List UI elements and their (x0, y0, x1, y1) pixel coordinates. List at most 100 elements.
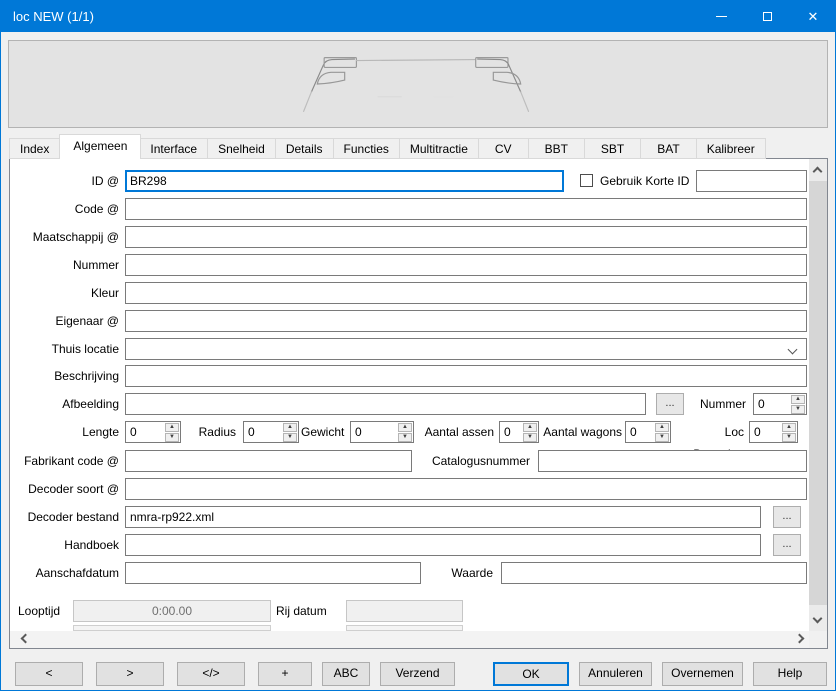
tab-details[interactable]: Details (276, 138, 334, 159)
maatschappij-label: Maatschappij @ (10, 226, 119, 248)
spin-down-icon[interactable]: ▼ (655, 433, 669, 442)
nummer-input[interactable] (125, 254, 807, 276)
spin-down-icon[interactable]: ▼ (165, 433, 179, 442)
handboek-browse-button[interactable]: ... (773, 534, 801, 556)
rij-datum-label: Rij datum (276, 600, 338, 622)
scroll-down-icon[interactable] (813, 614, 823, 624)
prev-loc-button[interactable]: < (15, 662, 83, 686)
overnemen-button[interactable]: Overnemen (662, 662, 743, 686)
spin-down-icon[interactable]: ▼ (283, 433, 297, 442)
afbeelding-input[interactable] (125, 393, 646, 415)
thuis-locatie-row: Thuis locatie (10, 338, 827, 360)
spinner-value: 0 (351, 422, 397, 442)
looptijd-input (73, 600, 271, 622)
ok-button[interactable]: OK (493, 662, 569, 686)
dimensions-row: Lengte 0 ▲▼ Radius 0 ▲▼ Gewicht 0 ▲▼ Aan… (10, 421, 827, 443)
catalogusnummer-label: Catalogusnummer @ (418, 450, 530, 472)
korte-id-input[interactable] (696, 170, 807, 192)
spin-up-icon[interactable]: ▲ (791, 395, 805, 404)
beschrijving-row: Beschrijving (10, 365, 827, 387)
tab-cv[interactable]: CV (479, 138, 529, 159)
decoder-soort-input[interactable] (125, 478, 807, 500)
gewicht-spinner[interactable]: 0 ▲▼ (350, 421, 414, 443)
korte-id-checkbox[interactable] (580, 174, 593, 187)
minimize-button[interactable] (698, 0, 744, 32)
tab-bat[interactable]: BAT (641, 138, 696, 159)
rij-datum-input (346, 600, 463, 622)
thuis-locatie-combobox[interactable] (125, 338, 807, 360)
decoder-bestand-browse-button[interactable]: ... (773, 506, 801, 528)
kleur-input[interactable] (125, 282, 807, 304)
aantal-wagons-label: Aantal wagons (542, 421, 622, 443)
spin-up-icon[interactable]: ▲ (655, 423, 669, 432)
lengte-spinner[interactable]: 0 ▲▼ (125, 421, 181, 443)
catalogusnummer-input[interactable] (538, 450, 807, 472)
horizontal-scrollbar[interactable] (10, 631, 811, 648)
id-input[interactable] (125, 170, 564, 192)
code-input[interactable] (125, 198, 807, 220)
window-title: loc NEW (1/1) (0, 9, 698, 24)
xml-view-button[interactable]: </> (177, 662, 245, 686)
tab-kalibreer[interactable]: Kalibreer (697, 138, 766, 159)
maatschappij-input[interactable] (125, 226, 807, 248)
afbeelding-nummer-label: Nummer (696, 393, 746, 415)
aanschafdatum-row: Aanschafdatum Waarde (10, 562, 827, 584)
spinner-value: 0 (754, 394, 790, 414)
help-button[interactable]: Help (753, 662, 827, 686)
vertical-scrollbar[interactable] (809, 159, 827, 631)
waarde-input[interactable] (501, 562, 807, 584)
handboek-input[interactable] (125, 534, 761, 556)
spin-up-icon[interactable]: ▲ (523, 423, 537, 432)
maximize-button[interactable] (744, 0, 790, 32)
beschrijving-input[interactable] (125, 365, 807, 387)
code-label: Code @ (10, 198, 119, 220)
aantal-wagons-spinner[interactable]: 0 ▲▼ (625, 421, 671, 443)
fabrikant-code-input[interactable] (125, 450, 412, 472)
eigenaar-input[interactable] (125, 310, 807, 332)
loc-besturing-spinner[interactable]: 0 ▲▼ (749, 421, 798, 443)
lengte-label: Lengte (10, 421, 119, 443)
spin-down-icon[interactable]: ▼ (523, 433, 537, 442)
tab-interface[interactable]: Interface (140, 138, 208, 159)
aanschafdatum-input[interactable] (125, 562, 421, 584)
tab-sbt[interactable]: SBT (585, 138, 641, 159)
decoder-bestand-input[interactable] (125, 506, 761, 528)
abc-button[interactable]: ABC (322, 662, 370, 686)
spin-up-icon[interactable]: ▲ (398, 423, 412, 432)
spin-down-icon[interactable]: ▼ (398, 433, 412, 442)
loco-image-panel (8, 40, 828, 128)
scroll-up-icon[interactable] (813, 167, 823, 177)
aantal-assen-spinner[interactable]: 0 ▲▼ (499, 421, 539, 443)
tab-index[interactable]: Index (9, 138, 60, 159)
verzend-button[interactable]: Verzend (380, 662, 455, 686)
close-button[interactable]: ✕ (790, 0, 836, 32)
scroll-right-icon[interactable] (795, 634, 805, 644)
spinner-value: 0 (244, 422, 282, 442)
afbeelding-browse-button[interactable]: ... (656, 393, 684, 415)
close-icon: ✕ (808, 10, 819, 23)
maximize-icon (763, 12, 772, 21)
beschrijving-label: Beschrijving (10, 365, 119, 387)
titlebar[interactable]: loc NEW (1/1) ✕ (0, 0, 836, 32)
radius-spinner[interactable]: 0 ▲▼ (243, 421, 299, 443)
spin-up-icon[interactable]: ▲ (165, 423, 179, 432)
handboek-row: Handboek ... (10, 534, 827, 556)
tab-functies[interactable]: Functies (334, 138, 400, 159)
tab-algemeen[interactable]: Algemeen (59, 134, 141, 159)
vertical-scrollbar-thumb[interactable] (809, 181, 827, 605)
spin-up-icon[interactable]: ▲ (782, 423, 796, 432)
spin-down-icon[interactable]: ▼ (791, 405, 805, 414)
tab-snelheid[interactable]: Snelheid (208, 138, 276, 159)
tab-bbt[interactable]: BBT (529, 138, 585, 159)
scroll-left-icon[interactable] (21, 634, 31, 644)
aanschafdatum-label: Aanschafdatum (10, 562, 119, 584)
looptijd-row: Looptijd Rij datum (10, 600, 827, 622)
next-loc-button[interactable]: > (96, 662, 164, 686)
spin-up-icon[interactable]: ▲ (283, 423, 297, 432)
gewicht-label: Gewicht (301, 421, 344, 443)
annuleren-button[interactable]: Annuleren (579, 662, 652, 686)
spin-down-icon[interactable]: ▼ (782, 433, 796, 442)
add-button[interactable]: + (258, 662, 312, 686)
tab-multitractie[interactable]: Multitractie (400, 138, 479, 159)
afbeelding-nummer-spinner[interactable]: 0 ▲▼ (753, 393, 807, 415)
